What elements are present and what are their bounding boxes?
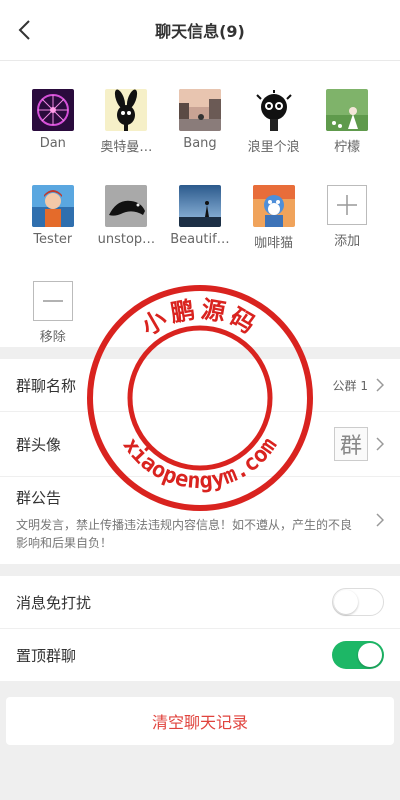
member-name: 浪里个浪 xyxy=(247,140,300,155)
black-panther-avatar xyxy=(105,185,148,227)
anime-boy-avatar xyxy=(31,185,74,227)
blue-cat-avatar xyxy=(252,185,295,227)
announcement-text: 文明发言，禁止传播违法违规内容信息！如不遵从，产生的不良影响和后果自负！ xyxy=(16,518,353,550)
member-item[interactable]: unstop… xyxy=(90,185,164,281)
add-member-button[interactable]: 添加 xyxy=(310,185,384,281)
group-avatar-row[interactable]: 群头像 群 xyxy=(0,412,400,477)
minus-icon xyxy=(32,281,73,321)
mute-toggle[interactable] xyxy=(332,588,384,616)
member-name: Tester xyxy=(33,232,73,247)
plus-icon xyxy=(327,185,368,225)
toggle-knob xyxy=(334,590,358,614)
member-item[interactable]: Beautif… xyxy=(163,185,237,281)
ferris-wheel-avatar xyxy=(31,89,74,131)
member-name: Bang xyxy=(183,136,217,151)
announcement-row[interactable]: 群公告 文明发言，禁止传播违法违规内容信息！如不遵从，产生的不良影响和后果自负！ xyxy=(0,477,400,564)
member-name: unstop… xyxy=(97,232,156,247)
member-name: Dan xyxy=(39,136,66,151)
member-item[interactable]: 奥特曼… xyxy=(90,89,164,185)
remove-member-button[interactable]: 移除 xyxy=(16,281,90,377)
soot-sprite-avatar xyxy=(252,89,295,131)
member-item[interactable]: 柠檬 xyxy=(310,89,384,185)
chevron-right-icon xyxy=(376,378,384,392)
pin-row: 置顶群聊 xyxy=(0,629,400,681)
group-name-label: 群聊名称 xyxy=(16,376,77,395)
group-avatar-thumbnail: 群 xyxy=(334,427,368,461)
member-name: 柠檬 xyxy=(334,140,361,155)
announcement-label: 群公告 xyxy=(16,489,62,507)
member-name: Beautif… xyxy=(170,232,230,247)
pin-toggle[interactable] xyxy=(332,641,384,669)
sky-silhouette-avatar xyxy=(178,185,221,227)
group-name-value: 公群 1 xyxy=(332,378,368,393)
member-item[interactable]: Tester xyxy=(16,185,90,281)
mute-row: 消息免打扰 xyxy=(0,576,400,629)
member-item[interactable]: Dan xyxy=(16,89,90,185)
toggle-section: 消息免打扰 置顶群聊 xyxy=(0,576,400,681)
group-avatar-label: 群头像 xyxy=(16,435,62,454)
member-item[interactable]: Bang xyxy=(163,89,237,185)
clear-history-button[interactable]: 清空聊天记录 xyxy=(6,697,394,745)
header: 聊天信息(9) xyxy=(0,0,400,61)
member-name: 奥特曼… xyxy=(100,140,153,155)
black-rabbit-avatar xyxy=(105,89,148,131)
chevron-right-icon xyxy=(376,512,384,527)
add-member-label: 添加 xyxy=(334,234,361,249)
member-name: 咖啡猫 xyxy=(254,236,294,251)
toggle-knob xyxy=(358,643,382,667)
pin-label: 置顶群聊 xyxy=(16,646,77,665)
remove-member-label: 移除 xyxy=(39,330,66,345)
group-info-section: 群聊名称 公群 1 群头像 群 群公告 文明发言，禁止传播违法违规内容信息！如不… xyxy=(0,359,400,564)
mute-label: 消息免打扰 xyxy=(16,593,92,612)
member-grid: Dan 奥特曼… Bang 浪里个浪 柠檬 Tester unstop… Bea… xyxy=(0,61,400,347)
member-item[interactable]: 浪里个浪 xyxy=(237,89,311,185)
back-chevron-icon[interactable] xyxy=(14,18,38,42)
girl-field-avatar xyxy=(326,89,369,131)
page-title: 聊天信息(9) xyxy=(155,22,245,41)
member-item[interactable]: 咖啡猫 xyxy=(237,185,311,281)
street-photo-avatar xyxy=(178,89,221,131)
chevron-right-icon xyxy=(376,437,384,451)
